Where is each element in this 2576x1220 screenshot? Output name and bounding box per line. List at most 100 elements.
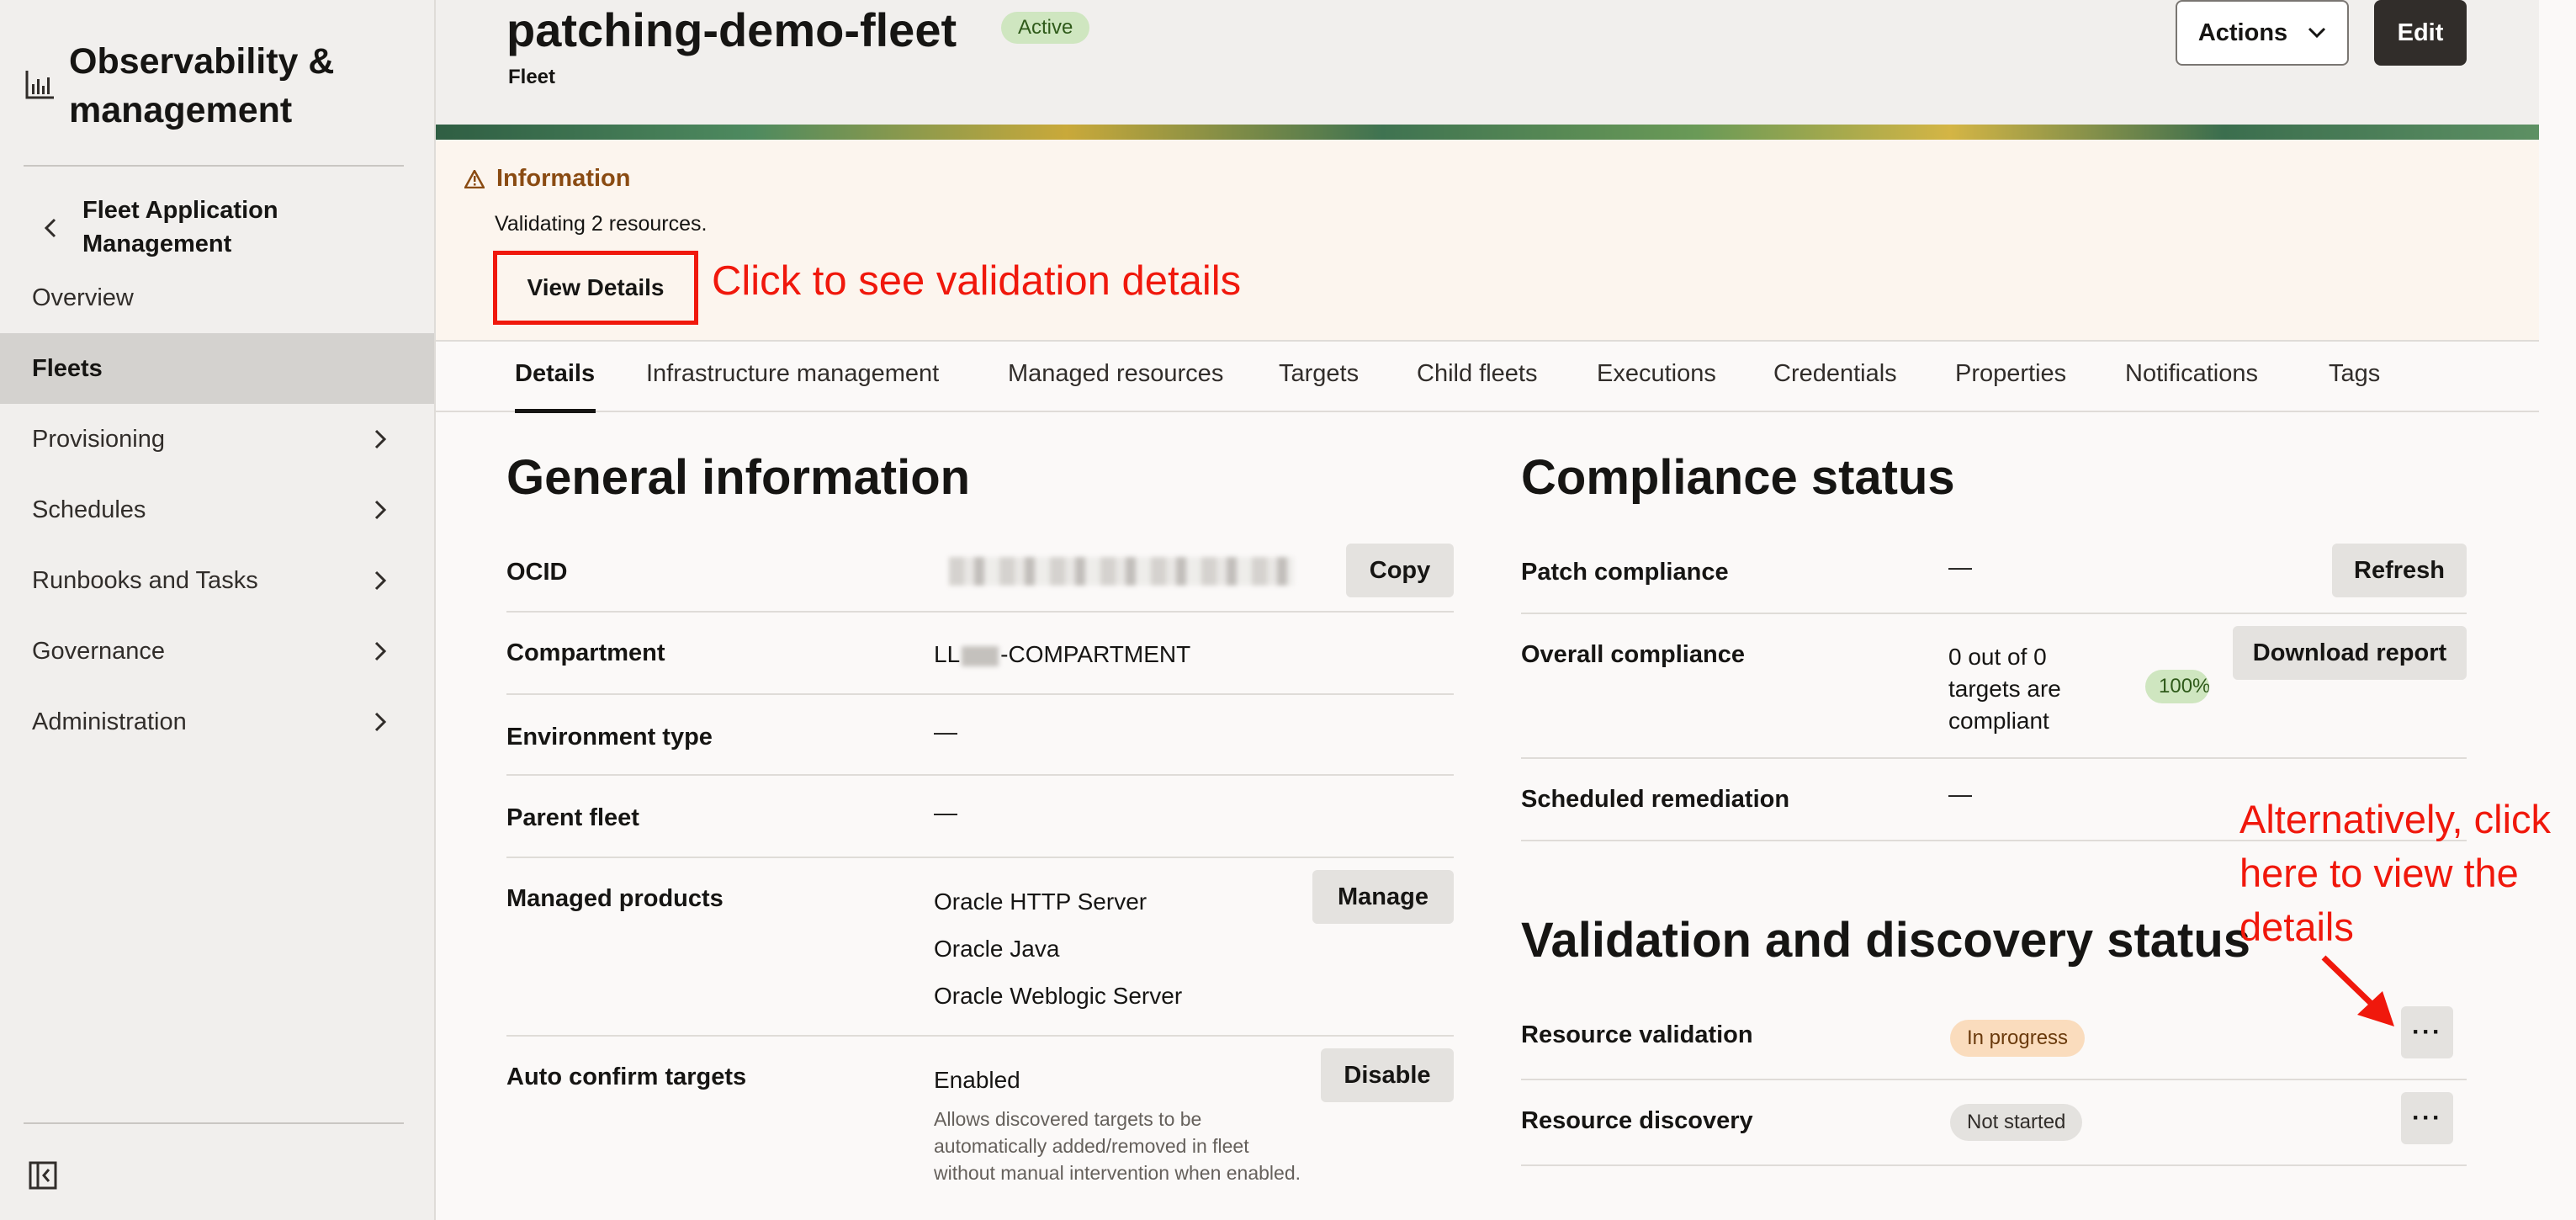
tab-notifications[interactable]: Notifications: [2125, 360, 2258, 388]
sidebar: Observability & management Fleet Applica…: [0, 0, 436, 1220]
scheduled-remediation-value: —: [1948, 781, 1972, 807]
tab-targets[interactable]: Targets: [1279, 360, 1359, 388]
sidebar-item-label: Fleets: [32, 354, 103, 382]
copy-button[interactable]: Copy: [1346, 544, 1454, 597]
compartment-value: LL -COMPARTMENT: [934, 641, 1190, 668]
annotation-view-details: Click to see validation details: [712, 258, 1242, 304]
parent-fleet-label: Parent fleet: [506, 804, 639, 831]
sidebar-item-label: Administration: [32, 708, 187, 735]
sidebar-divider: [24, 165, 404, 167]
compliance-status-title: Compliance status: [1521, 450, 1955, 505]
resource-discovery-status-badge: Not started: [1950, 1104, 2083, 1141]
tab-properties[interactable]: Properties: [1955, 360, 2066, 388]
resource-validation-label: Resource validation: [1521, 1021, 1753, 1048]
resource-discovery-label: Resource discovery: [1521, 1107, 1753, 1134]
actions-button[interactable]: Actions: [2176, 0, 2349, 66]
annotation-arrow-icon: [2321, 955, 2394, 1026]
download-report-button[interactable]: Download report: [2233, 626, 2467, 680]
sidebar-item-governance[interactable]: Governance: [0, 616, 434, 687]
active-tab-indicator: [515, 409, 596, 413]
back-to-fleet-app-mgmt[interactable]: Fleet Application Management: [44, 194, 335, 261]
chevron-right-icon: [374, 570, 387, 591]
environment-type-value: —: [934, 719, 957, 745]
overall-compliance-label: Overall compliance: [1521, 641, 1745, 668]
overall-compliance-value: 0 out of 0 targets are compliant: [1948, 644, 2061, 734]
actions-label: Actions: [2197, 19, 2288, 46]
tab-managed-resources[interactable]: Managed resources: [1008, 360, 1223, 388]
sidebar-item-label: Overview: [32, 284, 134, 311]
row-divider: [1521, 1164, 2467, 1166]
sidebar-item-runbooks[interactable]: Runbooks and Tasks: [0, 545, 434, 616]
sidebar-item-administration[interactable]: Administration: [0, 687, 434, 757]
chevron-right-icon: [374, 712, 387, 732]
observability-icon: [25, 71, 54, 99]
view-details-highlight: View Details: [493, 251, 698, 325]
row-divider: [506, 857, 1454, 858]
resource-discovery-more-button[interactable]: ···: [2401, 1092, 2453, 1144]
managed-product-item: Oracle Weblogic Server: [934, 983, 1183, 1009]
page-header: patching-demo-fleet Active Fleet Actions…: [436, 0, 2539, 128]
ocid-label: OCID: [506, 559, 568, 586]
header-banner: [436, 125, 2539, 140]
row-divider: [506, 611, 1454, 613]
general-info-title: General information: [506, 450, 971, 505]
sidebar-item-schedules[interactable]: Schedules: [0, 475, 434, 545]
compartment-suffix: -COMPARTMENT: [1000, 641, 1191, 667]
tab-infrastructure-management[interactable]: Infrastructure management: [646, 360, 939, 388]
managed-product-item: Oracle Java: [934, 936, 1060, 962]
tab-child-fleets[interactable]: Child fleets: [1417, 360, 1537, 388]
sidebar-item-label: Governance: [32, 637, 165, 665]
annotation-more-actions: Alternatively, click here to view the de…: [2239, 797, 2552, 949]
managed-product-item: Oracle HTTP Server: [934, 888, 1148, 915]
row-divider: [506, 693, 1454, 695]
resource-validation-status-badge: In progress: [1950, 1020, 2086, 1057]
ocid-value-redacted: [949, 557, 1294, 586]
sidebar-item-provisioning[interactable]: Provisioning: [0, 404, 434, 475]
collapse-sidebar-icon[interactable]: [29, 1161, 57, 1190]
chevron-right-icon: [374, 429, 387, 449]
tab-credentials[interactable]: Credentials: [1773, 360, 1897, 388]
compliance-percent-badge: 100%: [2145, 670, 2209, 703]
refresh-button[interactable]: Refresh: [2332, 544, 2467, 597]
sidebar-item-label: Provisioning: [32, 425, 165, 453]
scheduled-remediation-label: Scheduled remediation: [1521, 786, 1790, 813]
validation-discovery-title: Validation and discovery status: [1521, 913, 2251, 968]
tab-bar: Details Infrastructure management Manage…: [436, 340, 2539, 413]
row-divider: [506, 774, 1454, 776]
parent-fleet-value: —: [934, 799, 957, 825]
sidebar-item-label: Schedules: [32, 496, 146, 523]
tab-tags[interactable]: Tags: [2329, 360, 2380, 388]
compartment-prefix: LL: [934, 641, 961, 667]
manage-button[interactable]: Manage: [1312, 870, 1454, 924]
resource-validation-more-button[interactable]: ···: [2401, 1006, 2453, 1058]
info-title: Information: [496, 165, 631, 192]
managed-products-label: Managed products: [506, 885, 724, 912]
patch-compliance-value: —: [1948, 554, 1972, 580]
sidebar-header: Observability & management: [24, 37, 405, 135]
edit-button[interactable]: Edit: [2374, 0, 2467, 66]
sidebar-item-fleets[interactable]: Fleets: [0, 333, 434, 404]
tab-details[interactable]: Details: [515, 360, 595, 388]
compartment-label: Compartment: [506, 639, 665, 666]
disable-button[interactable]: Disable: [1321, 1048, 1454, 1102]
back-link-label: Fleet Application Management: [82, 197, 278, 257]
row-divider: [506, 1035, 1454, 1037]
chevron-right-icon: [374, 641, 387, 661]
view-details-button[interactable]: View Details: [527, 274, 665, 301]
row-divider: [1521, 1079, 2467, 1080]
row-divider: [1521, 613, 2467, 614]
status-badge: Active: [1001, 12, 1090, 44]
sidebar-item-overview[interactable]: Overview: [0, 263, 434, 333]
patch-compliance-label: Patch compliance: [1521, 559, 1729, 586]
info-message: Validating 2 resources.: [495, 212, 708, 236]
sidebar-divider: [24, 1122, 404, 1124]
warning-icon: [464, 169, 485, 188]
auto-confirm-value: Enabled: [934, 1067, 1020, 1093]
page-title: patching-demo-fleet: [506, 3, 957, 56]
auto-confirm-description: Allows discovered targets to be automati…: [934, 1108, 1301, 1184]
auto-confirm-label: Auto confirm targets: [506, 1064, 747, 1090]
compartment-redacted: [962, 645, 999, 666]
info-header: Information: [464, 165, 631, 193]
tab-executions[interactable]: Executions: [1597, 360, 1716, 388]
information-panel: Information Validating 2 resources. View…: [436, 140, 2539, 340]
